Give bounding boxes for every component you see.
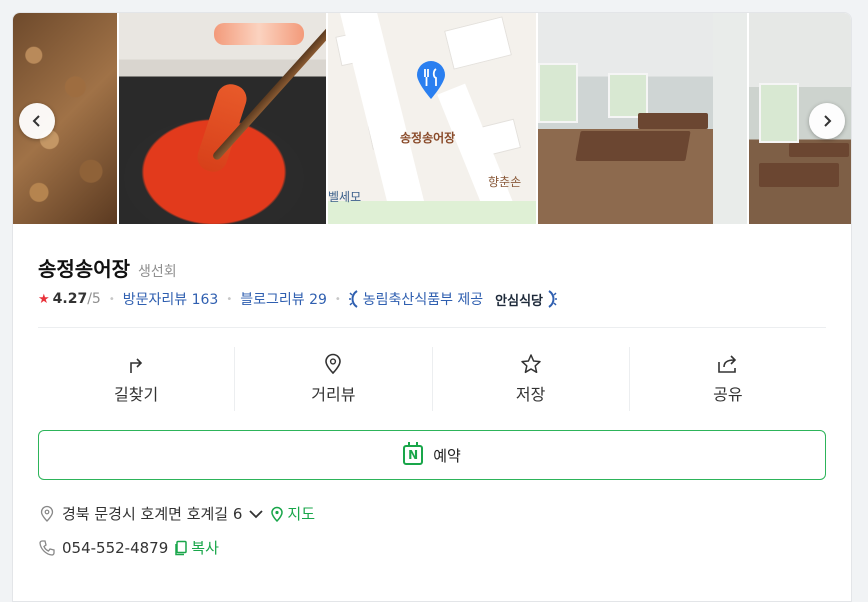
phone-number: 054-552-4879 (62, 538, 169, 557)
map-thumbnail[interactable]: 송정송어장 향춘손 벨세모 (328, 13, 536, 224)
street-view-label: 거리뷰 (311, 385, 356, 404)
phone-icon (39, 539, 55, 556)
divider (38, 327, 826, 328)
star-rating-icon: ★ (38, 291, 50, 307)
certification-badge[interactable]: 농림축산식품부 제공 안심식당 (348, 289, 558, 309)
share-icon (718, 355, 737, 373)
map-pin-label: 송정송어장 (400, 131, 456, 145)
place-category: 생선회 (138, 264, 177, 280)
address-row: 경북 문경시 호계면 호계길 6 지도 (38, 503, 315, 524)
photo-strip: 송정송어장 향춘손 벨세모 (13, 13, 851, 224)
certification-text: 농림축산식품부 제공 (362, 292, 484, 308)
place-card: 송정송어장 향춘손 벨세모 송정송어장 생선회 ★ 4.27 /5 • 방문자리… (12, 12, 852, 602)
separator-dot: • (334, 293, 341, 305)
map-link[interactable]: 지도 (270, 503, 315, 524)
laurel-right-icon (548, 290, 558, 308)
map-nearby-label: 벨세모 (328, 190, 362, 204)
visitor-reviews-link[interactable]: 방문자리뷰 163 (123, 289, 219, 309)
chevron-right-icon (824, 115, 832, 127)
interior-photo-1[interactable] (538, 13, 747, 224)
location-pin-icon (325, 353, 342, 375)
directions-label: 길찾기 (114, 385, 159, 404)
copy-icon (175, 540, 188, 555)
separator-dot: • (108, 293, 115, 305)
star-icon (520, 354, 541, 374)
chevron-down-icon[interactable] (248, 506, 264, 522)
phone-row: 054-552-4879 복사 (38, 537, 219, 558)
directions-icon (130, 358, 143, 373)
naver-booking-icon: N (403, 442, 424, 465)
save-button[interactable]: 저장 (433, 347, 630, 411)
place-title-row: 송정송어장 생선회 (38, 253, 177, 282)
blog-reviews-link[interactable]: 블로그리뷰 29 (240, 289, 327, 309)
food-photo-sashimi[interactable] (119, 13, 326, 224)
photo-prev-button[interactable] (19, 103, 55, 139)
street-view-button[interactable]: 거리뷰 (235, 347, 433, 411)
separator-dot: • (226, 293, 233, 305)
copy-label: 복사 (191, 539, 219, 557)
copy-phone-button[interactable]: 복사 (174, 537, 219, 558)
chevron-left-icon (32, 115, 40, 127)
map-nearby-label: 향춘손 (488, 175, 522, 189)
rating-max: /5 (87, 291, 101, 307)
map-pin-icon (417, 61, 445, 99)
photo-next-button[interactable] (809, 103, 845, 139)
rating-value: 4.27 (52, 291, 88, 307)
share-button[interactable]: 공유 (630, 347, 826, 411)
share-label: 공유 (713, 385, 743, 404)
laurel-left-icon (348, 290, 358, 308)
map-pin-icon (271, 506, 284, 522)
address-text: 경북 문경시 호계면 호계길 6 (62, 505, 243, 523)
save-label: 저장 (515, 385, 546, 404)
place-name: 송정송어장 (38, 257, 130, 281)
reserve-button[interactable]: N 예약 (38, 430, 826, 480)
map-link-label: 지도 (287, 505, 316, 523)
action-bar: 길찾기 거리뷰 저장 공유 (38, 347, 826, 411)
directions-button[interactable]: 길찾기 (38, 347, 236, 411)
reserve-label: 예약 (433, 446, 461, 465)
certification-brand: 안심식당 (495, 293, 544, 309)
place-meta-row: ★ 4.27 /5 • 방문자리뷰 163 • 블로그리뷰 29 • 농림축산식… (38, 289, 558, 309)
address-pin-icon (40, 505, 54, 522)
